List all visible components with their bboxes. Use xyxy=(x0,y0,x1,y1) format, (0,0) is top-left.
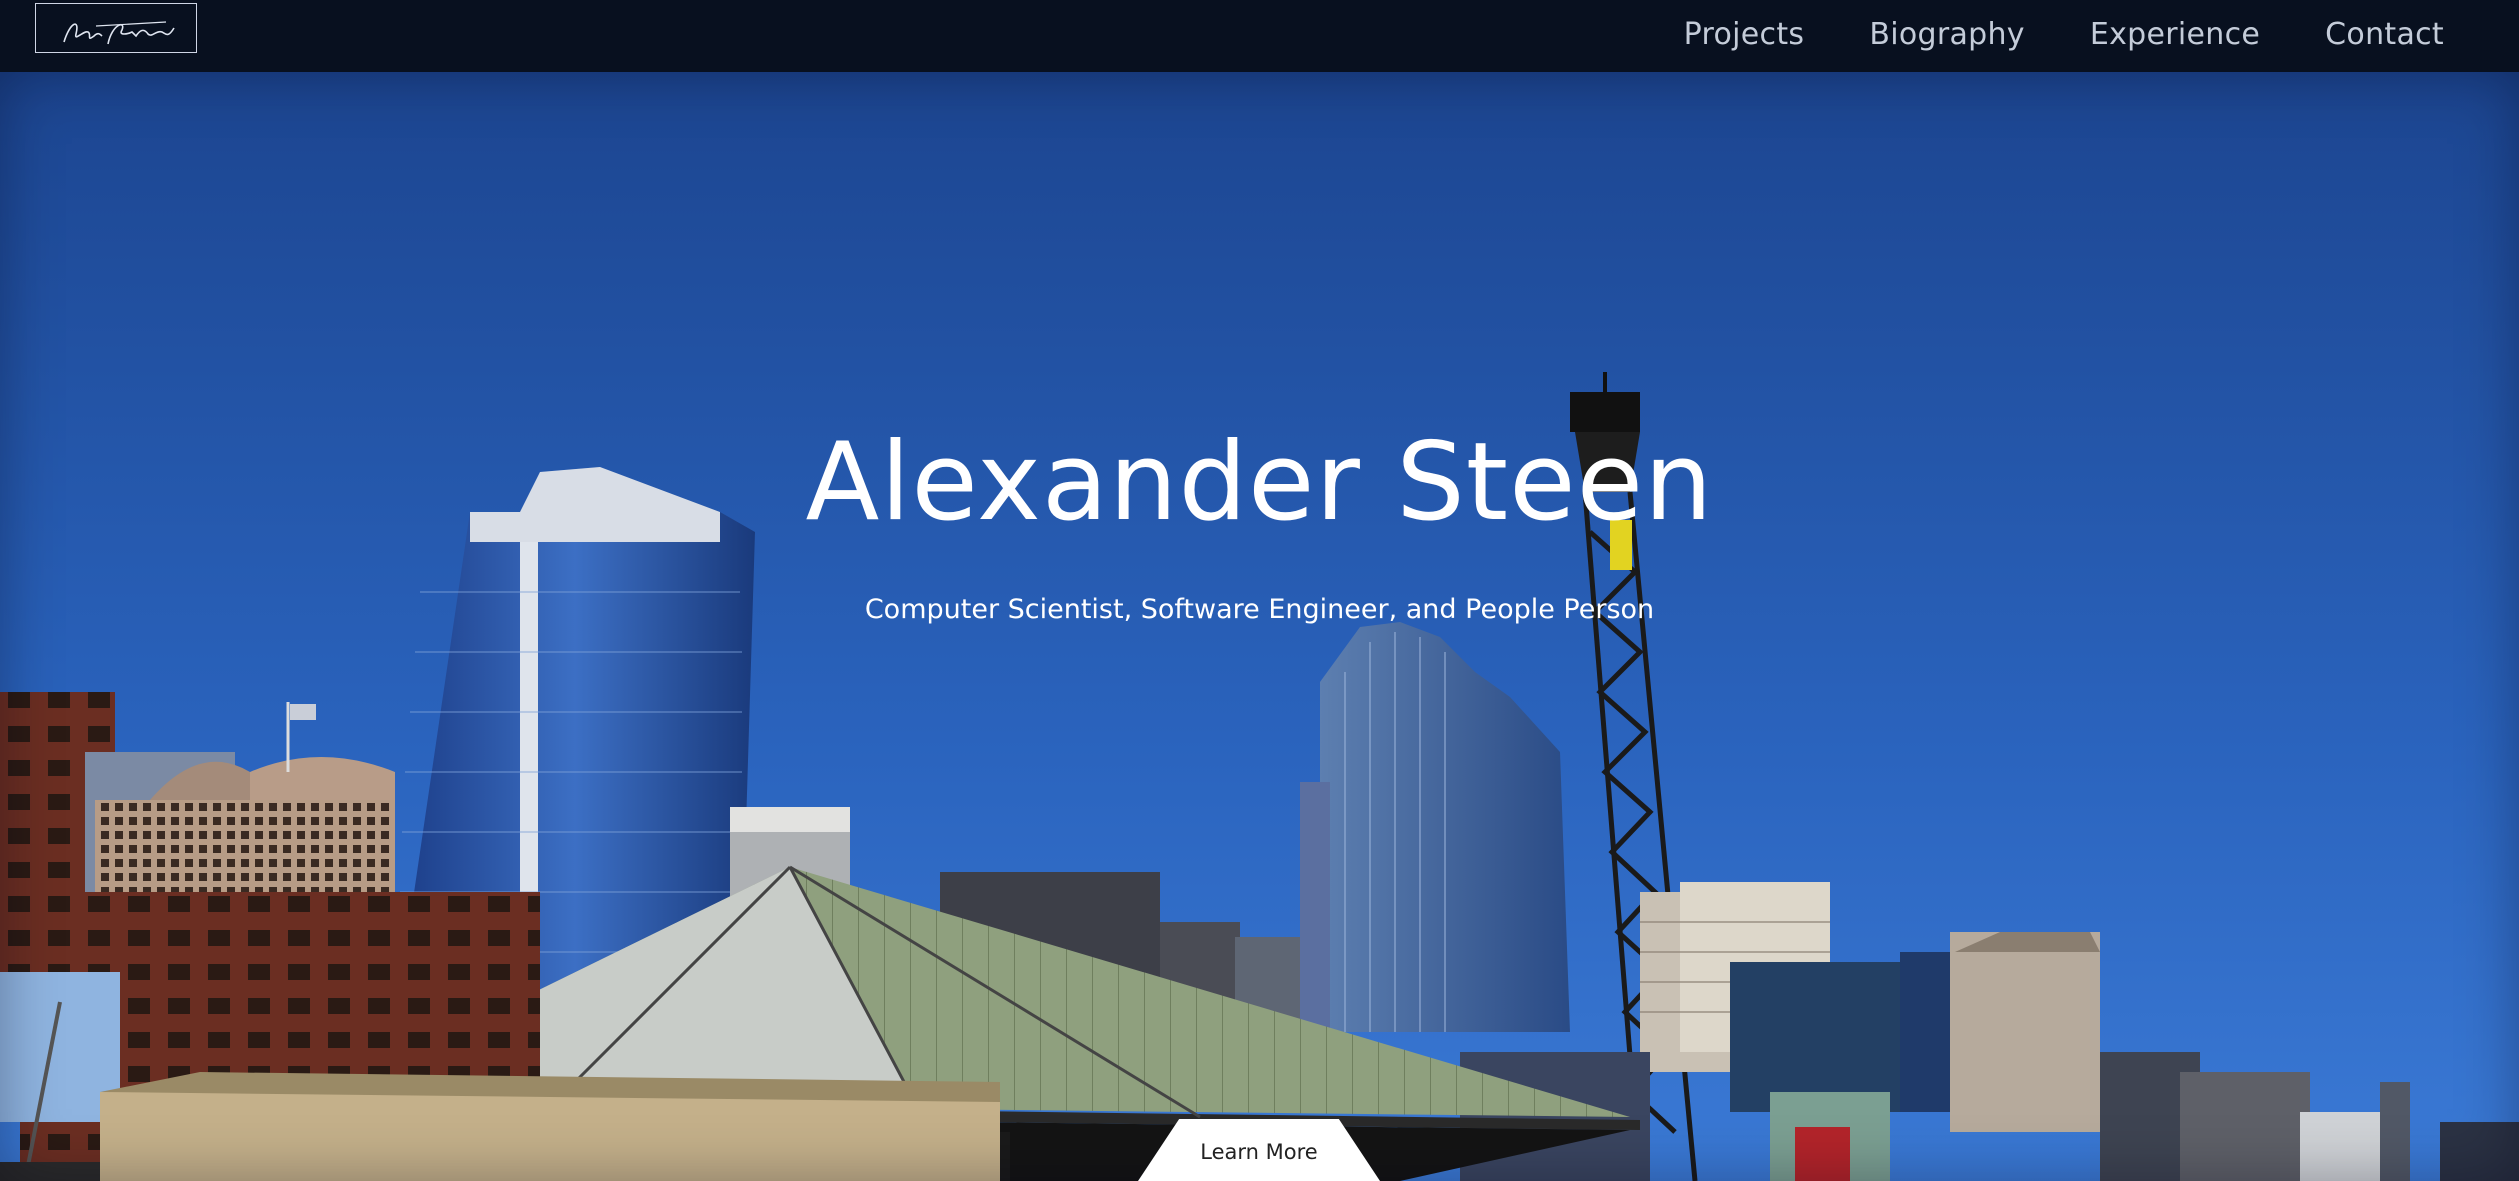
nav-link-experience[interactable]: Experience xyxy=(2090,17,2260,52)
nav-link-biography[interactable]: Biography xyxy=(1869,17,2025,52)
city-skyline-background-image xyxy=(0,72,2519,1181)
signature-icon xyxy=(63,21,175,45)
top-nav: Projects Biography Experience Contact xyxy=(0,0,2519,72)
nav-links: Projects Biography Experience Contact xyxy=(1619,0,2444,68)
hero-section: Alexander Steen Computer Scientist, Soft… xyxy=(0,72,2519,1181)
hero-title: Alexander Steen xyxy=(805,420,1714,545)
learn-more-button[interactable]: Learn More xyxy=(1138,1119,1380,1181)
nav-link-contact[interactable]: Contact xyxy=(2325,17,2444,52)
signature-logo[interactable] xyxy=(35,3,197,53)
nav-link-projects[interactable]: Projects xyxy=(1684,17,1805,52)
hero-subtitle: Computer Scientist, Software Engineer, a… xyxy=(864,594,1655,625)
